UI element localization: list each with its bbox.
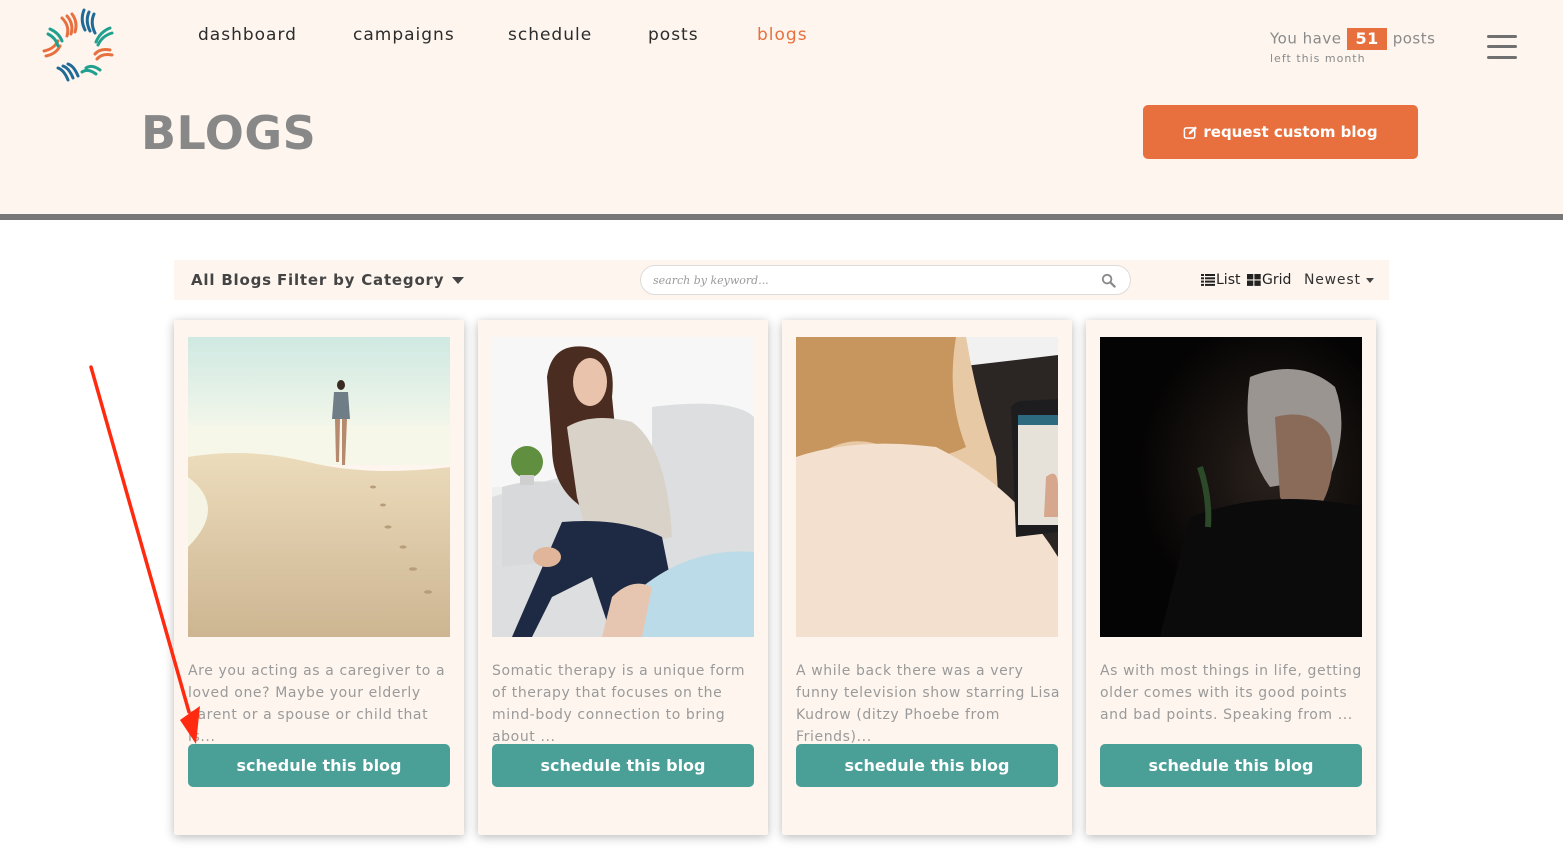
list-icon — [1201, 274, 1215, 286]
blog-toolbar: All Blogs Filter by Category List Grid N… — [174, 260, 1389, 300]
search-box — [640, 265, 1131, 295]
list-view-label: List — [1216, 272, 1241, 288]
quota-prefix: You have — [1270, 29, 1342, 48]
quota-suffix: posts — [1392, 29, 1436, 48]
beach-photo — [188, 337, 450, 637]
blog-excerpt: Are you acting as a caregiver to a loved… — [188, 663, 446, 745]
blog-image-elderly[interactable] — [1100, 337, 1362, 637]
quota-subtitle: left this month — [1270, 52, 1366, 65]
blog-excerpt: Somatic therapy is a unique form of ther… — [492, 663, 746, 745]
edit-icon — [1184, 125, 1198, 139]
posts-quota: You have 51 posts left this month — [1270, 28, 1440, 65]
nav-campaigns[interactable]: campaigns — [353, 25, 455, 45]
schedule-blog-button[interactable]: schedule this blog — [492, 744, 754, 787]
therapy-photo — [492, 337, 754, 637]
page-title: BLOGS — [141, 106, 317, 160]
schedule-blog-button[interactable]: schedule this blog — [188, 744, 450, 787]
blog-image-therapy[interactable] — [492, 337, 754, 637]
request-custom-blog-button[interactable]: request custom blog — [1143, 105, 1418, 159]
search-input[interactable] — [653, 270, 1083, 290]
blog-excerpt: As with most things in life, getting old… — [1100, 663, 1362, 723]
all-blogs-link[interactable]: All Blogs — [191, 271, 272, 289]
quota-count-badge: 51 — [1347, 28, 1387, 50]
blog-image-beach[interactable] — [188, 337, 450, 637]
laptop-photo — [796, 337, 1058, 637]
page-header: dashboard campaigns schedule posts blogs… — [0, 0, 1563, 214]
blog-card: As with most things in life, getting old… — [1086, 320, 1376, 835]
caret-down-icon — [1365, 277, 1374, 283]
starburst-logo-icon[interactable] — [40, 6, 118, 82]
grid-view-toggle[interactable]: Grid — [1247, 272, 1291, 288]
list-view-toggle[interactable]: List — [1201, 272, 1240, 288]
header-divider — [0, 214, 1563, 220]
blog-card: Are you acting as a caregiver to a loved… — [174, 320, 464, 835]
blog-card: Somatic therapy is a unique form of ther… — [478, 320, 768, 835]
nav-schedule[interactable]: schedule — [508, 25, 592, 45]
caret-down-icon — [452, 277, 465, 284]
filter-label: Filter by Category — [277, 271, 445, 289]
grid-view-label: Grid — [1262, 272, 1292, 288]
blog-image-laptop[interactable] — [796, 337, 1058, 637]
hamburger-icon[interactable] — [1487, 33, 1517, 61]
nav-blogs[interactable]: blogs — [757, 25, 808, 45]
blog-excerpt: A while back there was a very funny tele… — [796, 663, 1061, 745]
grid-icon — [1247, 274, 1261, 286]
search-icon[interactable] — [1101, 273, 1116, 288]
filter-by-category-dropdown[interactable]: Filter by Category — [277, 271, 465, 289]
elderly-photo — [1100, 337, 1362, 637]
request-custom-blog-label: request custom blog — [1203, 123, 1378, 141]
schedule-blog-button[interactable]: schedule this blog — [1100, 744, 1362, 787]
nav-dashboard[interactable]: dashboard — [198, 25, 297, 45]
sort-label: Newest — [1304, 272, 1361, 288]
nav-posts[interactable]: posts — [648, 25, 699, 45]
sort-dropdown[interactable]: Newest — [1304, 272, 1374, 288]
schedule-blog-button[interactable]: schedule this blog — [796, 744, 1058, 787]
blog-card: A while back there was a very funny tele… — [782, 320, 1072, 835]
